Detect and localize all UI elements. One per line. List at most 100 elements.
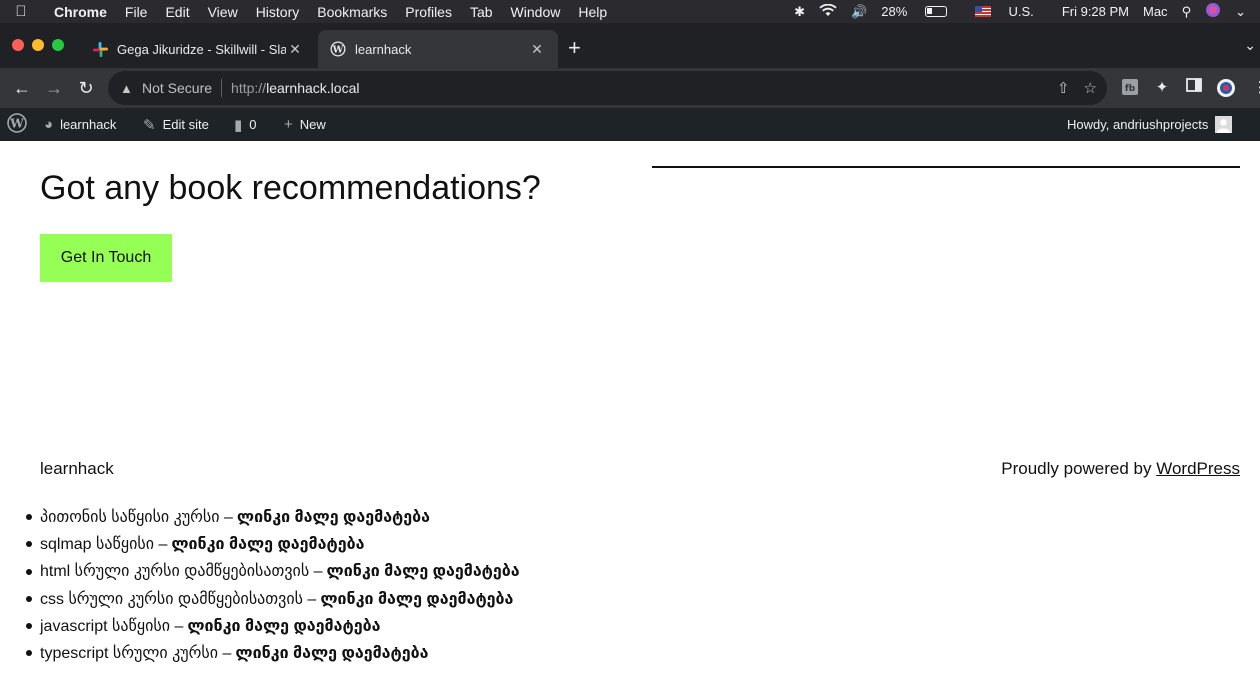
course-link-note: ლინკი მალე დაემატება (171, 535, 365, 553)
input-source[interactable]: U.S. (974, 4, 1048, 19)
not-secure-label[interactable]: Not Secure (142, 80, 212, 96)
menu-clock[interactable]: Fri 9:28 PM (1062, 4, 1129, 19)
wordpress-logo-icon: W (7, 113, 27, 136)
course-link-note: ლინკი მალე დაემატება (235, 645, 429, 663)
extension-fb-icon[interactable]: fb (1120, 78, 1140, 98)
extensions-puzzle-icon[interactable]: ✦ (1152, 78, 1172, 98)
zoom-window-button[interactable] (52, 39, 64, 51)
menu-tab[interactable]: Tab (461, 4, 502, 20)
side-panel-icon[interactable] (1184, 78, 1204, 98)
edit-site-label: Edit site (162, 117, 209, 132)
close-tab-icon[interactable]: ✕ (528, 41, 546, 58)
list-item: sqlmap საწყისი – ლინკი მალე დაემატება (26, 530, 520, 557)
page-heading: Got any book recommendations? (40, 169, 541, 207)
adminbar-site-name: learnhack (60, 117, 117, 132)
footer-site-title[interactable]: learnhack (40, 459, 114, 479)
address-divider (221, 79, 223, 97)
macos-menu-bar:  Chrome File Edit View History Bookmark… (0, 0, 1260, 23)
course-link-note: ლინკი მალე დაემატება (326, 563, 520, 581)
siri-icon[interactable] (1205, 2, 1221, 21)
menu-profiles[interactable]: Profiles (396, 4, 461, 20)
bookmark-star-icon[interactable]: ☆ (1084, 79, 1097, 97)
tab-title: learnhack (355, 41, 412, 57)
profile-avatar[interactable] (1216, 78, 1236, 98)
minimize-window-button[interactable] (32, 39, 44, 51)
menu-view[interactable]: View (199, 4, 247, 20)
course-name: javascript საწყისი – (40, 617, 184, 635)
menu-help[interactable]: Help (569, 4, 616, 20)
course-link-note: ლინკი მალე დაემატება (187, 617, 381, 635)
menu-bookmarks[interactable]: Bookmarks (308, 4, 396, 20)
menu-app-chrome[interactable]: Chrome (42, 4, 116, 20)
wp-logo-menu[interactable]: W (7, 108, 27, 141)
url-text[interactable]: http://learnhack.local (231, 80, 359, 96)
menu-user[interactable]: Mac (1143, 4, 1168, 19)
user-avatar (1215, 116, 1233, 133)
wordpress-link[interactable]: WordPress (1156, 459, 1240, 478)
omnibox-actions: ⇧ ☆ (1057, 79, 1097, 97)
close-window-button[interactable] (12, 39, 24, 51)
slack-icon (92, 41, 108, 57)
control-center-icon[interactable]: ⌄ (1235, 4, 1246, 20)
comments-count: 0 (249, 117, 257, 132)
tab-search-chevron-icon[interactable]: ⌄ (1244, 37, 1256, 54)
bluetooth-icon[interactable]: ✱ (794, 4, 805, 20)
list-item: html სრული კურსი დამწყებისათვის – ლინკი მ… (26, 558, 520, 585)
browser-toolbar: ← → ↻ ▲ Not Secure http://learnhack.loca… (0, 68, 1260, 108)
url-scheme: http:// (231, 80, 267, 96)
new-tab-button[interactable]: + (568, 37, 581, 59)
tab-learnhack[interactable]: W learnhack ✕ (318, 30, 558, 68)
adminbar-comments[interactable]: ▮ 0 (234, 108, 257, 141)
share-icon[interactable]: ⇧ (1057, 79, 1070, 97)
tab-slack[interactable]: Gega Jikuridze - Skillwill - Slac ✕ (80, 30, 316, 68)
course-name: html სრული კურსი დამწყებისათვის – (40, 563, 323, 581)
volume-icon[interactable]: 🔊 (851, 4, 867, 20)
us-flag-icon (974, 6, 991, 17)
adminbar-edit-site[interactable]: ✎ Edit site (143, 108, 209, 141)
battery-icon (924, 6, 947, 17)
separator-line (652, 166, 1240, 168)
window-controls (12, 39, 64, 51)
battery-percent: 28% (881, 4, 908, 19)
plus-icon: + (284, 116, 293, 133)
warning-triangle-icon[interactable]: ▲ (120, 81, 136, 96)
wp-admin-bar: W ◕ learnhack ✎ Edit site ▮ 0 + New Howd… (0, 108, 1260, 141)
menu-edit[interactable]: Edit (156, 4, 198, 20)
adminbar-new-content[interactable]: + New (284, 108, 326, 141)
course-name: css სრული კურსი დამწყებისათვის – (40, 590, 317, 608)
reload-button[interactable]: ↻ (75, 77, 97, 99)
adminbar-site-link[interactable]: ◕ learnhack (44, 108, 116, 141)
new-label: New (299, 117, 326, 132)
course-list: პითონის საწყისი კურსი – ლინკი მალე დაემატ… (26, 503, 520, 667)
menu-window[interactable]: Window (502, 4, 570, 20)
browser-tab-strip: Gega Jikuridze - Skillwill - Slac ✕ W le… (0, 23, 1260, 68)
chrome-menu-icon[interactable]: ⋮ (1250, 78, 1260, 98)
course-name: პითონის საწყისი კურსი – (40, 508, 233, 526)
adminbar-account[interactable]: Howdy, andriushprojects (1067, 108, 1233, 141)
forward-button[interactable]: → (43, 77, 65, 99)
menu-history[interactable]: History (247, 4, 309, 20)
list-item: css სრული კურსი დამწყებისათვის – ლინკი მა… (26, 585, 520, 612)
apple-icon[interactable]:  (0, 3, 42, 20)
address-bar[interactable]: ▲ Not Secure http://learnhack.local ⇧ ☆ (108, 71, 1107, 105)
dashboard-gauge-icon: ◕ (44, 116, 54, 133)
wifi-icon[interactable] (819, 3, 837, 20)
howdy-greeting: Howdy, andriushprojects (1067, 117, 1209, 132)
input-source-label: U.S. (1008, 4, 1034, 19)
spotlight-search-icon[interactable]: ⚲ (1182, 4, 1192, 20)
tab-title: Gega Jikuridze - Skillwill - Slac (117, 41, 286, 57)
back-button[interactable]: ← (11, 77, 33, 99)
course-link-note: ლინკი მალე დაემატება (320, 590, 514, 608)
svg-text:W: W (332, 45, 344, 56)
course-link-note: ლინკი მალე დაემატება (236, 508, 431, 526)
svg-text:W: W (9, 117, 24, 131)
get-in-touch-button[interactable]: Get In Touch (40, 234, 172, 282)
list-item: javascript საწყისი – ლინკი მალე დაემატება (26, 612, 520, 639)
svg-text:fb: fb (1125, 84, 1136, 94)
menu-file[interactable]: File (116, 4, 157, 20)
wordpress-icon: W (330, 41, 346, 57)
close-tab-icon[interactable]: ✕ (286, 41, 304, 58)
course-name: sqlmap საწყისი – (40, 535, 168, 553)
battery-status[interactable]: 28% (881, 4, 961, 19)
powered-by-text: Proudly powered by (1001, 459, 1157, 478)
